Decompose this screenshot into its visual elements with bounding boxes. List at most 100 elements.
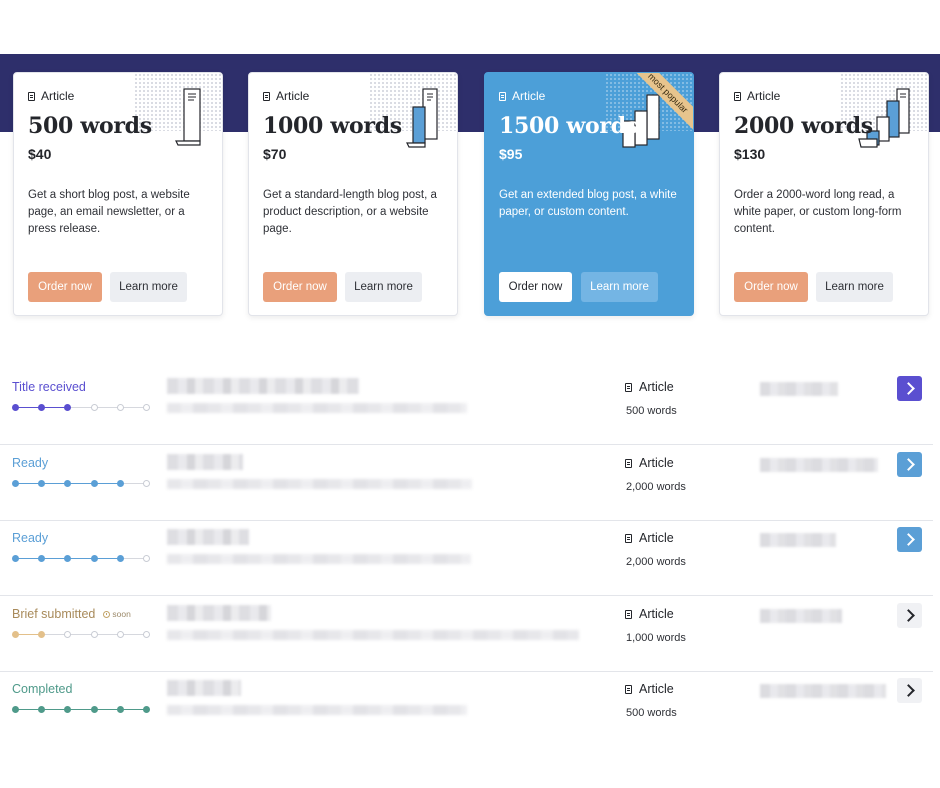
plan-description: Get a standard-length blog post, a produ… (263, 189, 437, 235)
order-kind-label: Article (639, 607, 674, 621)
learn-more-button[interactable]: Learn more (110, 272, 187, 302)
redacted-subtitle (167, 630, 579, 640)
progress-step-done (38, 555, 46, 562)
document-stack-illustration (175, 88, 201, 146)
learn-more-button[interactable]: Learn more (345, 272, 422, 302)
document-icon (263, 91, 270, 101)
progress-step-done (90, 480, 98, 487)
learn-more-button[interactable]: Learn more (581, 272, 658, 302)
progress-step-done (12, 404, 19, 411)
progress-connector (67, 558, 94, 559)
progress-step-done (12, 555, 19, 562)
order-status-label: Ready (12, 531, 49, 545)
order-row[interactable]: Brief submitted soon Article 1,000 words (0, 597, 933, 672)
progress-step-done (90, 555, 98, 562)
plan-card-2000: Article 2000 words $130 Order a 2000-wor… (719, 72, 929, 316)
plan-title: 2000 words (734, 113, 873, 139)
redacted-meta (760, 609, 842, 623)
plan-kind: Article (263, 89, 309, 103)
order-status-label: Ready (12, 456, 49, 470)
redacted-meta (760, 382, 838, 396)
chevron-right-icon (901, 458, 915, 471)
progress-step-pending (64, 631, 72, 638)
plan-description: Order a 2000-word long read, a white pap… (734, 189, 902, 235)
progress-step-done (38, 631, 46, 638)
plan-kind-label: Article (747, 89, 781, 103)
order-row[interactable]: Completed Article 500 words (0, 672, 933, 747)
redacted-title (167, 529, 249, 545)
progress-step-done (64, 706, 72, 713)
order-status: Brief submitted soon (12, 607, 131, 621)
plan-price: $130 (734, 146, 766, 162)
progress-step-done (38, 480, 46, 487)
redacted-meta (760, 533, 836, 547)
progress-step-pending (90, 404, 98, 411)
plan-title: 1000 words (263, 113, 402, 139)
order-kind: Article (625, 607, 674, 621)
progress-step-done (116, 706, 124, 713)
progress-steps (12, 554, 152, 564)
order-word-count: 2,000 words (626, 481, 686, 493)
plan-description: Get a short blog post, a website page, a… (28, 189, 190, 235)
plan-kind: Article (499, 89, 545, 103)
open-order-button[interactable] (897, 527, 922, 552)
redacted-title (167, 454, 243, 470)
order-row[interactable]: Title received Article 500 words (0, 370, 933, 445)
chevron-right-icon (901, 609, 915, 622)
order-status: Ready (12, 456, 48, 470)
redacted-subtitle (167, 705, 467, 715)
order-word-count: 500 words (626, 405, 677, 417)
order-status: Completed (12, 682, 72, 696)
plan-price: $40 (28, 146, 52, 162)
order-kind-label: Article (639, 380, 674, 394)
order-now-button[interactable]: Order now (734, 272, 808, 302)
order-row[interactable]: Ready Article 2,000 words (0, 446, 933, 521)
open-order-button[interactable] (897, 678, 922, 703)
plan-card-1500: most popular Article 1500 words $95 Get … (484, 72, 694, 316)
order-kind-label: Article (639, 682, 674, 696)
progress-step-pending (143, 631, 150, 638)
order-now-button[interactable]: Order now (263, 272, 337, 302)
progress-step-done (64, 480, 72, 487)
redacted-subtitle (167, 479, 472, 489)
redacted-subtitle (167, 554, 471, 564)
progress-step-done (64, 404, 72, 411)
progress-steps (12, 479, 152, 489)
progress-step-done (64, 555, 72, 562)
progress-connector (67, 634, 94, 635)
order-kind: Article (625, 531, 674, 545)
order-status-label: Completed (12, 682, 73, 696)
plan-title: 1500 words (499, 113, 638, 139)
open-order-button[interactable] (897, 452, 922, 477)
order-word-count: 500 words (626, 707, 677, 719)
order-now-button[interactable]: Order now (28, 272, 102, 302)
progress-step-pending (143, 480, 150, 487)
order-word-count: 2,000 words (626, 556, 686, 568)
order-status: Title received (12, 380, 86, 394)
progress-step-done (143, 706, 150, 713)
order-row[interactable]: Ready Article 2,000 words (0, 521, 933, 596)
order-word-count: 1,000 words (626, 632, 686, 644)
progress-connector (67, 709, 94, 710)
chevron-right-icon (901, 533, 915, 546)
plan-title: 500 words (28, 113, 152, 139)
plan-card-500: Article 500 words $40 Get a short blog p… (13, 72, 223, 316)
plan-card-1000: Article 1000 words $70 Get a standard-le… (248, 72, 458, 316)
document-icon (28, 91, 35, 101)
redacted-meta (760, 684, 886, 698)
progress-step-pending (143, 555, 150, 562)
order-kind: Article (625, 380, 674, 394)
order-status-label: Brief submitted (12, 607, 96, 621)
document-icon (499, 91, 506, 101)
open-order-button[interactable] (897, 603, 922, 628)
redacted-title (167, 605, 271, 621)
learn-more-button[interactable]: Learn more (816, 272, 893, 302)
order-status-label: Title received (12, 380, 86, 394)
plan-kind: Article (734, 89, 780, 103)
order-kind: Article (625, 682, 674, 696)
open-order-button[interactable] (897, 376, 922, 401)
progress-step-pending (116, 631, 124, 638)
plan-price: $70 (263, 146, 287, 162)
order-now-button[interactable]: Order now (499, 272, 572, 302)
progress-steps (12, 630, 152, 640)
